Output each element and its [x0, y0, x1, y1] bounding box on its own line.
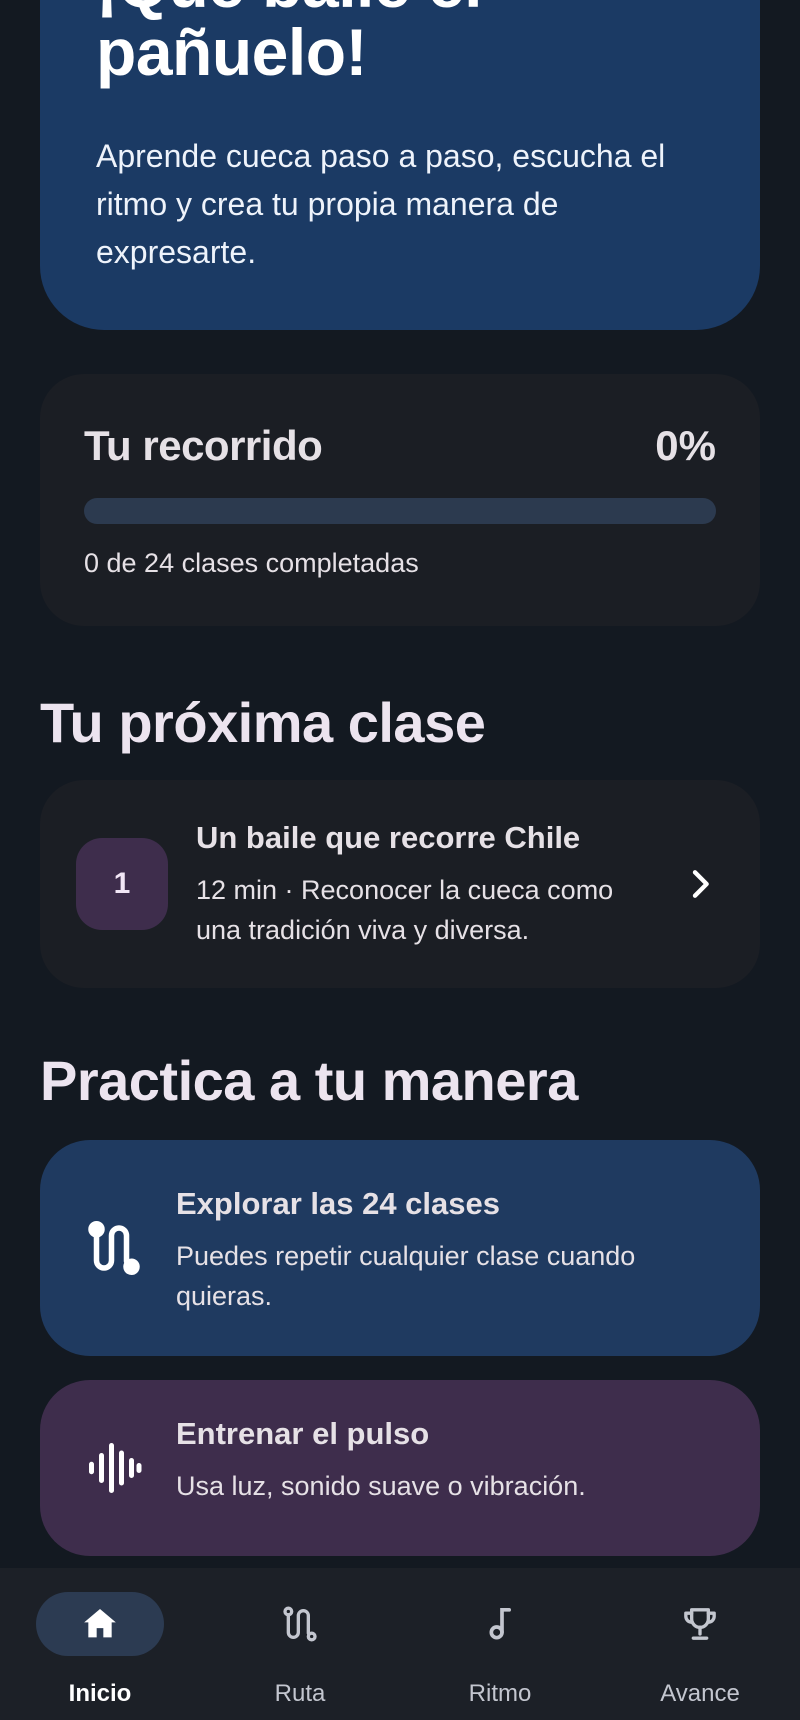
- route-icon: [88, 1220, 140, 1275]
- nav-icon-holder: [436, 1592, 564, 1656]
- lesson-number-badge: 1: [76, 838, 168, 930]
- hero-title: ¡Que baile elpañuelo!: [96, 0, 482, 86]
- home-screen: ¡Que baile elpañuelo! Aprende cueca paso…: [0, 0, 800, 1720]
- hero-title-line-2: pañuelo!: [96, 15, 368, 89]
- next-class-title: Un baile que recorre Chile: [196, 820, 581, 855]
- music-note-icon: [489, 1608, 511, 1640]
- chevron-right-icon: [692, 870, 709, 898]
- nav-label-inicio: Inicio: [68, 1680, 132, 1707]
- explore-classes-card[interactable]: Explorar las 24 clases Puedes repetir cu…: [40, 1140, 760, 1356]
- nav-icon-holder: [636, 1592, 764, 1656]
- hero-banner: ¡Que baile elpañuelo! Aprende cueca paso…: [40, 0, 760, 330]
- explore-classes-description: Puedes repetir cualquier clase cuando qu…: [176, 1241, 636, 1311]
- practice-heading: Practica a tu manera: [40, 1049, 578, 1112]
- nav-label-ritmo: Ritmo: [468, 1680, 532, 1707]
- trophy-icon: [684, 1608, 716, 1640]
- nav-item-inicio[interactable]: Inicio: [0, 1568, 200, 1720]
- waveform-icon: [89, 1443, 142, 1493]
- next-class-description: 12 min · Reconocer la cueca como una tra…: [196, 875, 614, 945]
- nav-label-avance: Avance: [660, 1680, 740, 1707]
- next-class-card[interactable]: 1 Un baile que recorre Chile 12 min · Re…: [40, 780, 760, 988]
- next-class-heading: Tu próxima clase: [40, 691, 486, 754]
- train-pulse-description: Usa luz, sonido suave o vibración.: [176, 1471, 586, 1501]
- nav-label-ruta: Ruta: [274, 1680, 326, 1707]
- bottom-navigation: Inicio Ruta Ritmo Avance: [0, 1568, 800, 1720]
- nav-item-ritmo[interactable]: Ritmo: [400, 1568, 600, 1720]
- train-pulse-card[interactable]: Entrenar el pulso Usa luz, sonido suave …: [40, 1380, 760, 1556]
- home-icon: [84, 1609, 116, 1638]
- nav-icon-holder: [236, 1592, 364, 1656]
- hero-description: Aprende cueca paso a paso, escucha el ri…: [96, 138, 666, 270]
- progress-percent: 0%: [655, 422, 716, 469]
- nav-item-avance[interactable]: Avance: [600, 1568, 800, 1720]
- nav-item-ruta[interactable]: Ruta: [200, 1568, 400, 1720]
- train-pulse-title: Entrenar el pulso: [176, 1416, 430, 1451]
- route-icon: [283, 1606, 317, 1642]
- nav-active-indicator: [36, 1592, 164, 1656]
- progress-card: Tu recorrido 0% 0 de 24 clases completad…: [40, 374, 760, 626]
- progress-bar: [84, 498, 716, 524]
- progress-title: Tu recorrido: [84, 422, 323, 469]
- explore-classes-title: Explorar las 24 clases: [176, 1186, 501, 1221]
- progress-subtitle: 0 de 24 clases completadas: [84, 548, 419, 578]
